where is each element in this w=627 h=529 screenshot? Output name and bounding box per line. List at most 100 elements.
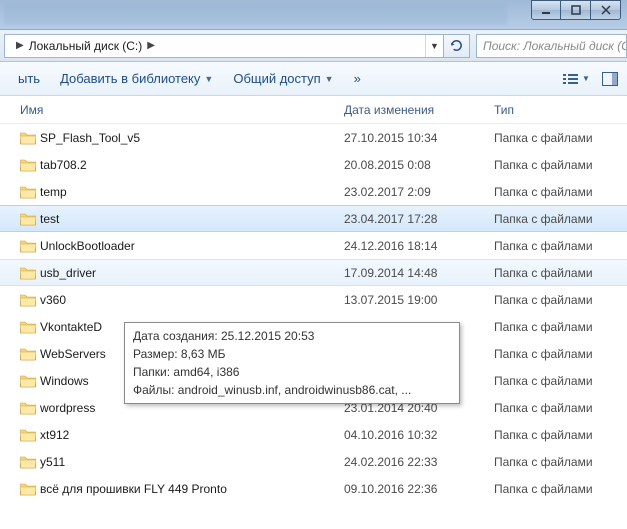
row-date: 13.07.2015 19:00 — [344, 293, 494, 307]
row-name: v360 — [40, 293, 344, 307]
row-type: Папка с файлами — [494, 266, 627, 280]
folder-icon — [20, 131, 40, 145]
row-date: 20.08.2015 0:08 — [344, 158, 494, 172]
row-date: 04.10.2016 10:32 — [344, 428, 494, 442]
row-name: y511 — [40, 455, 344, 469]
row-type: Папка с файлами — [494, 401, 627, 415]
close-icon — [600, 4, 612, 16]
row-type: Папка с файлами — [494, 428, 627, 442]
refresh-button[interactable] — [444, 34, 470, 58]
column-header-date[interactable]: Дата изменения — [344, 103, 494, 117]
breadcrumb-bar[interactable]: ▶ Локальный диск (C:) ▶ ▼ — [4, 34, 444, 58]
row-type: Папка с файлами — [494, 347, 627, 361]
toolbar-add-to-library-label: Добавить в библиотеку — [60, 71, 200, 86]
table-row[interactable]: temp23.02.2017 2:09Папка с файлами — [0, 178, 627, 205]
toolbar-organize[interactable]: ыть — [8, 71, 50, 86]
file-list: SP_Flash_Tool_v527.10.2015 10:34Папка с … — [0, 124, 627, 502]
toolbar-organize-label: ыть — [18, 71, 40, 86]
row-date: 24.02.2016 22:33 — [344, 455, 494, 469]
folder-icon — [20, 293, 40, 307]
table-row[interactable]: всё для прошивки FLY 449 Pronto09.10.201… — [0, 475, 627, 502]
refresh-icon — [449, 38, 464, 53]
table-row[interactable]: UnlockBootloader24.12.2016 18:14Папка с … — [0, 232, 627, 259]
row-name: UnlockBootloader — [40, 239, 344, 253]
chevron-down-icon: ▼ — [582, 74, 590, 83]
toolbar-overflow[interactable]: » — [344, 71, 371, 86]
search-input[interactable]: Поиск: Локальный диск (C — [476, 34, 627, 58]
chevron-down-icon: ▼ — [204, 74, 213, 84]
table-row[interactable]: test23.04.2017 17:28Папка с файлами — [0, 205, 627, 232]
preview-pane-button[interactable] — [593, 67, 627, 91]
row-name: всё для прошивки FLY 449 Pronto — [40, 482, 344, 496]
address-dropdown-button[interactable]: ▼ — [425, 35, 443, 57]
table-row[interactable]: usb_driver17.09.2014 14:48Папка с файлам… — [0, 259, 627, 286]
toolbar-add-to-library[interactable]: Добавить в библиотеку ▼ — [50, 71, 223, 86]
window-title-blurred — [4, 4, 507, 25]
breadcrumb-crumb[interactable]: Локальный диск (C:) — [29, 39, 143, 53]
row-name: SP_Flash_Tool_v5 — [40, 131, 344, 145]
row-date: 23.04.2017 17:28 — [344, 212, 494, 226]
row-type: Папка с файлами — [494, 455, 627, 469]
overflow-icon: » — [354, 71, 361, 86]
folder-icon — [20, 347, 40, 361]
table-row[interactable]: v36013.07.2015 19:00Папка с файлами — [0, 286, 627, 313]
view-options-button[interactable]: ▼ — [559, 67, 593, 91]
minimize-button[interactable] — [531, 0, 561, 20]
close-button[interactable] — [591, 0, 621, 20]
column-headers: Имя Дата изменения Тип — [0, 96, 627, 124]
address-bar-row: ▶ Локальный диск (C:) ▶ ▼ Поиск: Локальн… — [0, 30, 627, 62]
folder-icon — [20, 212, 40, 226]
tooltip-line-folders: Папки: amd64, i386 — [133, 363, 451, 381]
row-type: Папка с файлами — [494, 320, 627, 334]
row-name: temp — [40, 185, 344, 199]
view-options-icon — [562, 72, 580, 86]
folder-icon — [20, 185, 40, 199]
row-date: 27.10.2015 10:34 — [344, 131, 494, 145]
preview-pane-icon — [602, 72, 618, 86]
folder-icon — [20, 455, 40, 469]
row-name: tab708.2 — [40, 158, 344, 172]
folder-icon — [20, 401, 40, 415]
folder-icon — [20, 266, 40, 280]
row-type: Папка с файлами — [494, 212, 627, 226]
row-type: Папка с файлами — [494, 293, 627, 307]
table-row[interactable]: y51124.02.2016 22:33Папка с файлами — [0, 448, 627, 475]
folder-icon — [20, 158, 40, 172]
window-buttons — [531, 0, 621, 20]
folder-icon — [20, 239, 40, 253]
row-date: 23.02.2017 2:09 — [344, 185, 494, 199]
chevron-down-icon: ▼ — [430, 41, 439, 51]
search-placeholder: Поиск: Локальный диск (C — [483, 39, 627, 53]
tooltip-line-created: Дата создания: 25.12.2015 20:53 — [133, 327, 451, 345]
row-type: Папка с файлами — [494, 239, 627, 253]
command-bar: ыть Добавить в библиотеку ▼ Общий доступ… — [0, 62, 627, 96]
tooltip-line-files: Файлы: android_winusb.inf, androidwinusb… — [133, 381, 451, 399]
chevron-right-icon[interactable]: ▶ — [11, 40, 29, 51]
row-type: Папка с файлами — [494, 374, 627, 388]
folder-icon — [20, 428, 40, 442]
toolbar-share-label: Общий доступ — [233, 71, 320, 86]
toolbar-share[interactable]: Общий доступ ▼ — [223, 71, 343, 86]
row-type: Папка с файлами — [494, 131, 627, 145]
tooltip-line-size: Размер: 8,63 МБ — [133, 345, 451, 363]
folder-tooltip: Дата создания: 25.12.2015 20:53 Размер: … — [124, 322, 460, 404]
window-titlebar — [0, 0, 627, 30]
row-name: usb_driver — [40, 266, 344, 280]
chevron-right-icon[interactable]: ▶ — [142, 40, 160, 51]
row-date: 09.10.2016 22:36 — [344, 482, 494, 496]
maximize-button[interactable] — [561, 0, 591, 20]
minimize-icon — [540, 4, 552, 16]
row-name: test — [40, 212, 344, 226]
folder-icon — [20, 374, 40, 388]
table-row[interactable]: xt91204.10.2016 10:32Папка с файлами — [0, 421, 627, 448]
row-date: 17.09.2014 14:48 — [344, 266, 494, 280]
table-row[interactable]: tab708.220.08.2015 0:08Папка с файлами — [0, 151, 627, 178]
column-header-name[interactable]: Имя — [20, 103, 344, 117]
row-type: Папка с файлами — [494, 482, 627, 496]
chevron-down-icon: ▼ — [325, 74, 334, 84]
row-type: Папка с файлами — [494, 185, 627, 199]
row-date: 24.12.2016 18:14 — [344, 239, 494, 253]
table-row[interactable]: SP_Flash_Tool_v527.10.2015 10:34Папка с … — [0, 124, 627, 151]
row-name: xt912 — [40, 428, 344, 442]
column-header-type[interactable]: Тип — [494, 103, 627, 117]
